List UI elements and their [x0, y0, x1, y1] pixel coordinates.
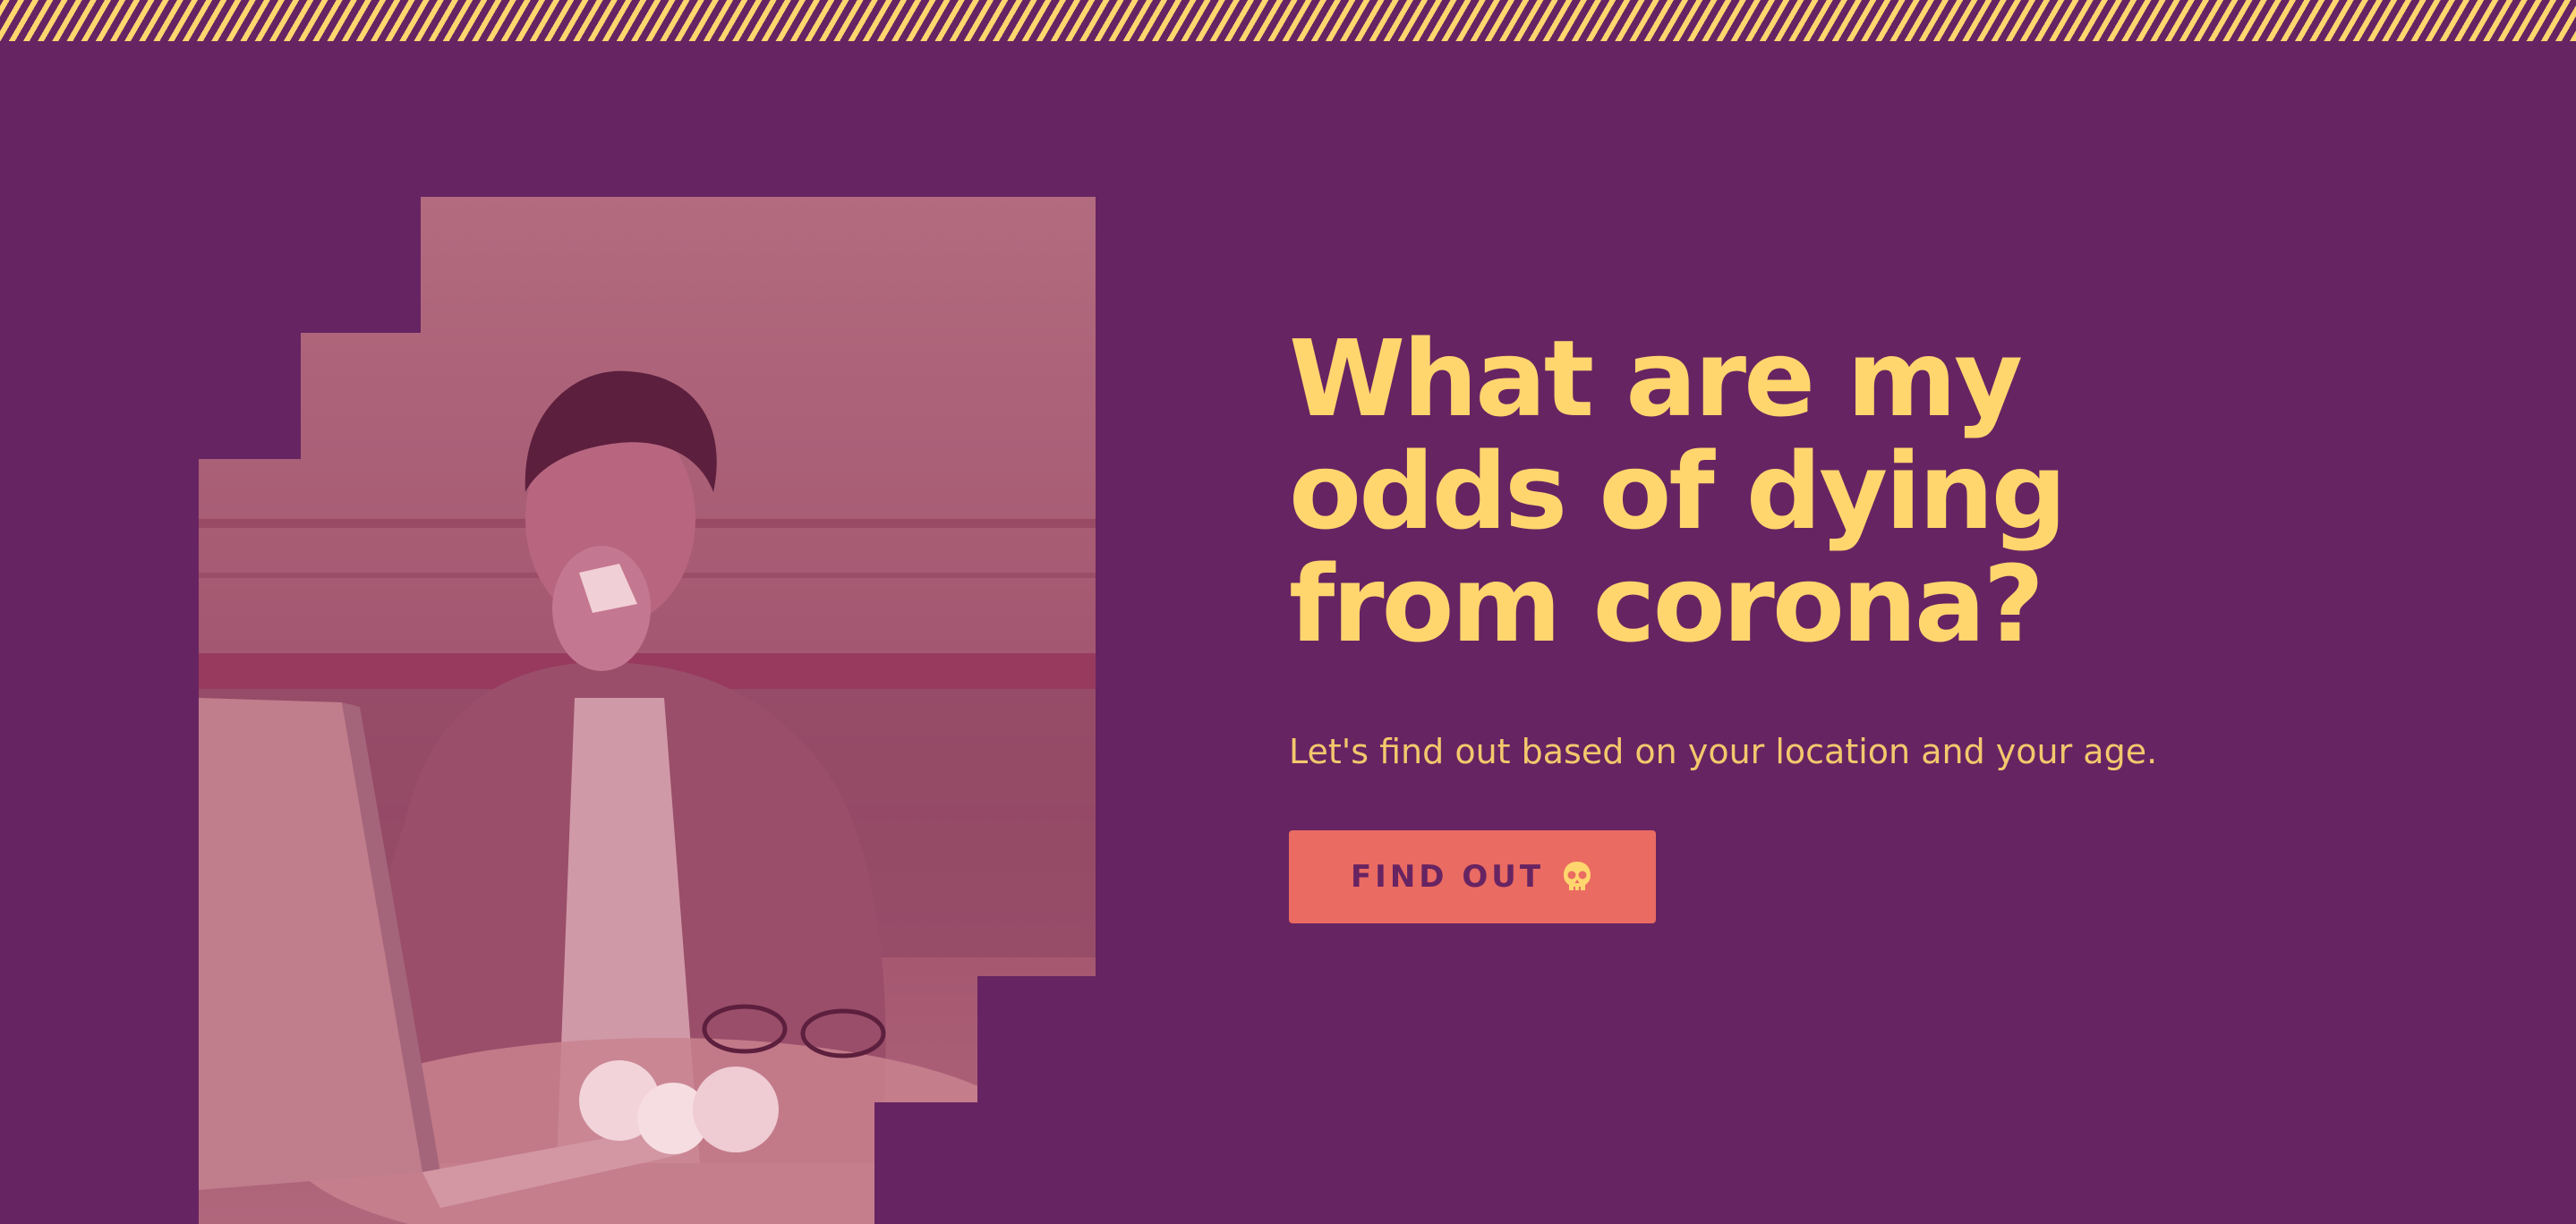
top-hazard-stripe	[0, 0, 2576, 41]
hero-photo	[199, 197, 1096, 1224]
hero-section: What are my odds of dying from corona? L…	[1289, 322, 2452, 923]
find-out-button[interactable]: FIND OUT	[1289, 830, 1656, 923]
skull-icon	[1560, 860, 1594, 894]
find-out-label: FIND OUT	[1350, 859, 1545, 895]
hero-subtitle: Let's find out based on your location an…	[1289, 732, 2158, 771]
hero-headline: What are my odds of dying from corona?	[1289, 317, 2067, 666]
